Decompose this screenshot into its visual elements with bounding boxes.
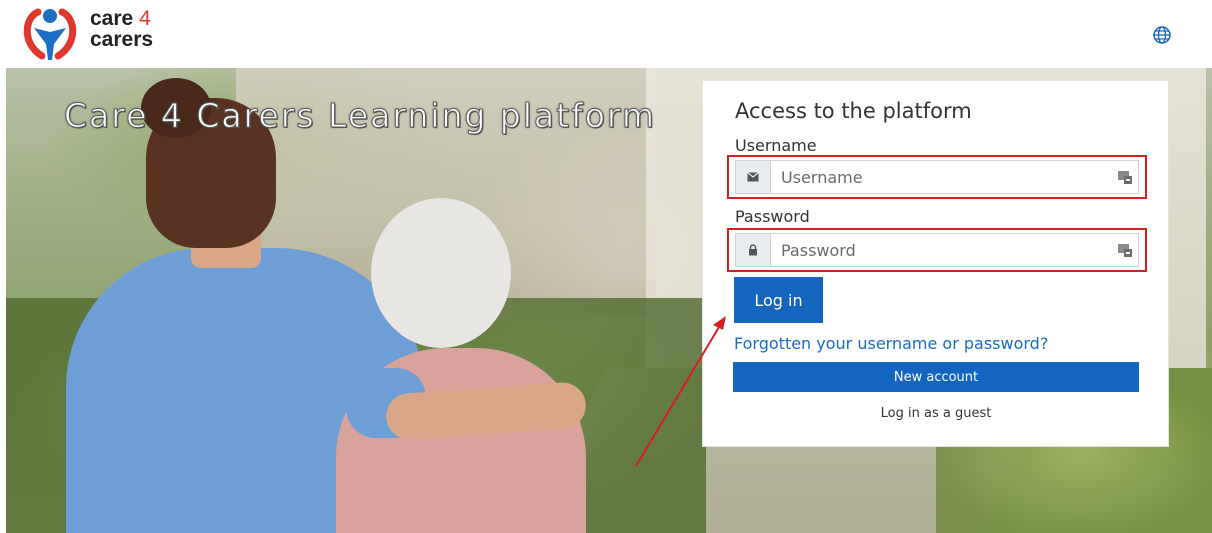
logo-word-four: 4: [139, 7, 151, 30]
password-input[interactable]: [771, 234, 1112, 266]
logo-word-carers: carers: [90, 28, 154, 51]
new-account-button[interactable]: New account: [733, 362, 1139, 392]
login-button[interactable]: Log in: [734, 277, 823, 323]
username-input[interactable]: [771, 161, 1112, 193]
logo-mark-icon: [23, 8, 77, 60]
forgot-password-link[interactable]: Forgotten your username or password?: [734, 334, 1048, 353]
logo-text: care 4 carers: [90, 8, 153, 50]
username-input-group: [735, 160, 1139, 194]
globe-icon[interactable]: [1152, 25, 1172, 45]
password-input-group: [735, 233, 1139, 267]
envelope-icon: [736, 161, 771, 193]
logo-word-care: care: [90, 7, 134, 30]
login-card: Access to the platform Username Password…: [702, 80, 1169, 447]
elderly-woman-head: [371, 198, 511, 348]
header-bar: care 4 carers: [0, 0, 1212, 68]
care4carers-logo[interactable]: care 4 carers: [20, 4, 180, 64]
login-title: Access to the platform: [735, 99, 972, 123]
password-manager-icon[interactable]: [1112, 234, 1138, 266]
guest-login-link[interactable]: Log in as a guest: [733, 406, 1139, 421]
password-label: Password: [735, 207, 810, 226]
lock-icon: [736, 234, 771, 266]
username-label: Username: [735, 136, 817, 155]
hero-title: Care 4 Carers Learning platform: [63, 96, 657, 136]
password-manager-icon[interactable]: [1112, 161, 1138, 193]
